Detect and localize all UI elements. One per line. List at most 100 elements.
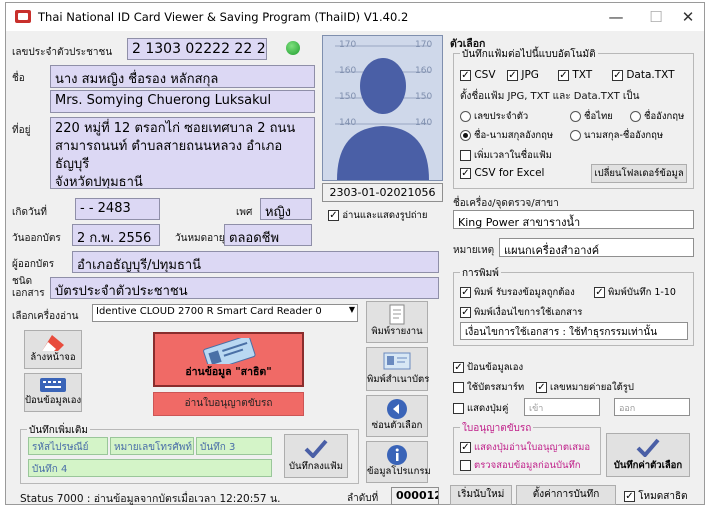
print-card-button[interactable]: พิมพ์สำเนาบัตร: [366, 347, 429, 391]
jpg-checkbox[interactable]: ✓ JPG: [507, 69, 539, 81]
hide-options-button[interactable]: ซ่อนตัวเลือก: [366, 395, 428, 437]
issuer-label: ผู้ออกบัตร: [12, 259, 55, 270]
address-block: 220 หมู่ที่ 12 ตรอกไก่ ซอยเทศบาล 2 ถนน ส…: [50, 117, 315, 189]
radio-name-surname[interactable]: ชื่อ-นามสกุลอังกฤษ: [460, 128, 553, 143]
csv-checkbox[interactable]: ✓ CSV: [460, 69, 496, 81]
txt-checkbox[interactable]: ✓ TXT: [558, 69, 592, 81]
show-code-checkbox[interactable]: แสดงปุ่มคู่: [453, 401, 508, 416]
note-label: หมายเหตุ: [453, 245, 495, 256]
change-folder-label: เปลี่ยนโฟลเดอร์ข้อมูล: [594, 168, 684, 179]
sex-label: เพศ: [236, 207, 253, 218]
new-count-button[interactable]: เริ่มนับใหม่: [450, 485, 512, 505]
checkmark-icon: [304, 439, 328, 459]
scale-mark: 160: [415, 66, 433, 76]
reader-select-value: Identive CLOUD 2700 R Smart Card Reader …: [96, 306, 322, 317]
name-th: นาง สมหญิง ชื่อรอง หลักสกุล: [50, 65, 315, 88]
phone-field[interactable]: หมายเลขโทรศัพท์: [110, 437, 194, 455]
csv-excel-label: CSV for Excel: [474, 167, 545, 179]
minimize-button[interactable]: —: [596, 7, 636, 27]
change-folder-button[interactable]: เปลี่ยนโฟลเดอร์ข้อมูล: [591, 164, 687, 183]
photo-frame: 170 170 160 160 150 150 140 140: [322, 35, 443, 181]
postal-code-field[interactable]: รหัสไปรษณีย์: [28, 437, 108, 455]
scale-mark: 140: [339, 118, 357, 128]
print-memo-label: พิมพ์บันทึก 1-10: [608, 287, 676, 298]
radio-id[interactable]: เลขประจำตัว: [460, 109, 528, 124]
txt-label: TXT: [572, 69, 593, 81]
print-purpose-input[interactable]: เงื่อนไขการใช้เอกสาร : ใช้ทำธุรกรรมเท่าน…: [460, 322, 688, 340]
save-file-button[interactable]: บันทึกลงแฟ้ม: [284, 434, 348, 478]
radio-surname-name[interactable]: นามสกุล-ชื่ออังกฤษ: [570, 128, 663, 143]
show-code-label: แสดงปุ่มคู่: [467, 403, 509, 414]
device-label: ชื่อเครื่อง/จุดตรวจ/สาขา: [453, 198, 559, 209]
auto-id-label: เลขหมายค่ายอใต้รูป: [550, 382, 634, 393]
print-purpose-label: พิมพ์เงื่อนไขการใช้เอกสาร: [474, 307, 583, 318]
keyboard-icon: [40, 378, 66, 392]
card-copy-icon: [383, 352, 411, 370]
read-license-button[interactable]: อ่านใบอนุญาตขับรถ: [153, 392, 304, 416]
clear-screen-button[interactable]: ล้างหน้าจอ: [24, 330, 82, 369]
print-report-label: พิมพ์รายงาน: [371, 326, 423, 337]
name-hint: ตั้งชื่อแฟ้ม JPG, TXT และ Data.TXT เป็น: [460, 91, 640, 102]
status-led-icon: [286, 41, 300, 55]
reader-label: เลือกเครื่องอ่าน: [12, 311, 79, 322]
person-silhouette-icon: [335, 45, 430, 180]
birth-value: - - 2483: [75, 198, 160, 220]
radio-eng-name[interactable]: ชื่ออังกฤษ: [630, 109, 684, 124]
manual-input-button[interactable]: ป้อนข้อมูลเอง: [24, 373, 82, 412]
note3-field[interactable]: บันทึก 3: [196, 437, 272, 455]
datatxt-label: Data.TXT: [626, 69, 675, 81]
note4-field[interactable]: บันทึก 4: [28, 459, 272, 477]
add-time-checkbox[interactable]: เพิ่มเวลาในชื่อแฟ้ม: [460, 148, 552, 163]
birth-label: เกิดวันที่: [12, 207, 48, 218]
add-time-label: เพิ่มเวลาในชื่อแฟ้ม: [474, 150, 552, 161]
use-smartcard-label: ใช้บัตรสมาร์ท: [467, 382, 525, 393]
read-card-button[interactable]: อ่านข้อมูล "สาธิต": [153, 332, 304, 387]
print-verify-checkbox[interactable]: ✓ พิมพ์ รับรองข้อมูลถูกต้อง: [460, 285, 575, 300]
license-show-checkbox[interactable]: ✓ แสดงปุ่มอ่านใบอนุญาตเสมอ: [460, 440, 590, 455]
window-title: Thai National ID Card Viewer & Saving Pr…: [38, 10, 409, 24]
id-value: 2 1303 02222 22 2: [127, 38, 267, 60]
license-show-label: แสดงปุ่มอ่านใบอนุญาตเสมอ: [474, 442, 591, 453]
demo-mode-checkbox[interactable]: ✓ โหมดสาธิต: [624, 489, 688, 504]
auto-id-checkbox[interactable]: ✓ เลขหมายค่ายอใต้รูป: [536, 380, 634, 395]
status-text: Status 7000 : อ่านข้อมูลจากบัตรเมื่อเวลา…: [20, 493, 281, 505]
new-count-label: เริ่มนับใหม่: [457, 489, 505, 500]
about-button[interactable]: ข้อมูลโปรแกรม: [366, 441, 431, 483]
csv-excel-checkbox[interactable]: ✓ CSV for Excel: [460, 167, 544, 179]
radio-thai-label: ชื่อไทย: [584, 111, 613, 122]
save-settings-button[interactable]: ตั้งค่าการบันทึก: [516, 485, 616, 505]
save-file-label: บันทึกลงแฟ้ม: [288, 461, 344, 472]
radio-name-surname-label: ชื่อ-นามสกุลอังกฤษ: [474, 130, 554, 141]
document-icon: [389, 304, 405, 325]
use-smartcard-checkbox[interactable]: ใช้บัตรสมาร์ท: [453, 380, 524, 395]
read-license-label: อ่านใบอนุญาตขับรถ: [184, 398, 273, 409]
reader-select[interactable]: Identive CLOUD 2700 R Smart Card Reader …: [92, 304, 358, 322]
address-line: จังหวัดปทุมธานี: [55, 175, 143, 189]
sex-value: หญิง: [260, 198, 312, 220]
note-input[interactable]: แผนกเครื่องสำอางค์: [499, 238, 694, 257]
scale-mark: 160: [339, 66, 357, 76]
datatxt-checkbox[interactable]: ✓ Data.TXT: [612, 69, 675, 81]
doctype-label-line: ชนิด: [12, 276, 33, 287]
name-label: ชื่อ: [12, 73, 25, 84]
radio-thai-name[interactable]: ชื่อไทย: [570, 109, 613, 124]
scale-mark: 140: [415, 118, 433, 128]
close-button[interactable]: ✕: [668, 7, 708, 27]
address-line: 220 หมู่ที่ 12 ตรอกไก่ ซอยเทศบาล 2 ถนน: [55, 121, 296, 136]
app-icon: [15, 10, 31, 23]
code-in-field[interactable]: เข้า: [524, 398, 600, 416]
manual-input-checkbox[interactable]: ✓ ป้อนข้อมูลเอง: [453, 360, 523, 375]
scale-mark: 150: [339, 92, 357, 102]
manual-input-cb-label: ป้อนข้อมูลเอง: [467, 362, 524, 373]
read-show-photo-checkbox[interactable]: ✓ อ่านและแสดงรูปถ่าย: [328, 208, 427, 223]
extra-notes-title: บันทึกเพิ่มเติม: [27, 423, 90, 438]
print-report-button[interactable]: พิมพ์รายงาน: [366, 301, 428, 343]
print-purpose-checkbox[interactable]: ✓ พิมพ์เงื่อนไขการใช้เอกสาร: [460, 305, 582, 320]
code-out-field[interactable]: ออก: [614, 398, 690, 416]
device-input[interactable]: King Power สาขารางน้ำ: [453, 210, 694, 229]
print-memo-checkbox[interactable]: ✓ พิมพ์บันทึก 1-10: [594, 285, 676, 300]
issue-value: 2 ก.พ. 2556: [72, 224, 160, 246]
license-verify-checkbox[interactable]: ตรวจสอบข้อมูลก่อนบันทึก: [460, 458, 581, 473]
issue-label: วันออกบัตร: [12, 233, 61, 244]
save-defaults-button[interactable]: บันทึกค่าตัวเลือก: [606, 433, 690, 477]
